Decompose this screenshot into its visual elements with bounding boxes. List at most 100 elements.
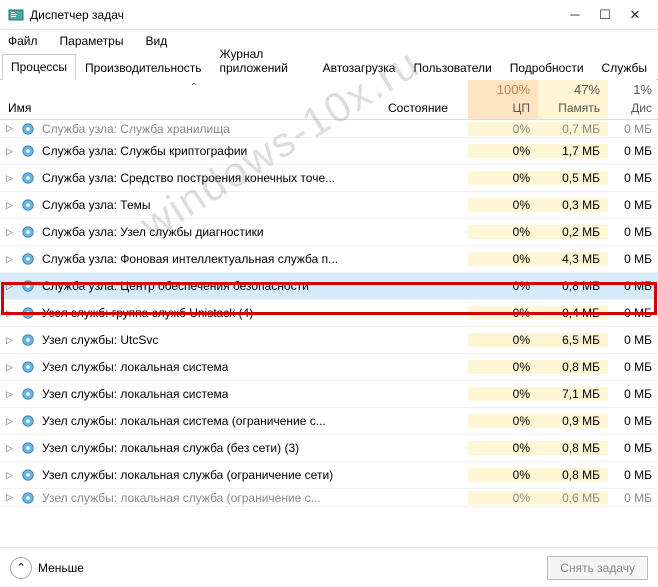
- process-disk: 0 МБ: [608, 144, 658, 158]
- column-state[interactable]: Состояние: [388, 80, 468, 119]
- menu-view[interactable]: Вид: [141, 33, 171, 49]
- menu-options[interactable]: Параметры: [56, 33, 128, 49]
- titlebar: Диспетчер задач ─ ☐ ✕: [0, 0, 658, 30]
- process-name: Служба узла: Темы: [42, 198, 151, 212]
- expand-icon[interactable]: ▷: [6, 470, 18, 481]
- process-name: Узел службы: локальная служба (без сети)…: [42, 441, 299, 455]
- process-disk: 0 МБ: [608, 122, 658, 136]
- expand-icon[interactable]: ▷: [6, 123, 18, 134]
- disk-label: Дис: [608, 101, 652, 115]
- process-disk: 0 МБ: [608, 252, 658, 266]
- process-name: Служба узла: Службы криптографии: [42, 144, 247, 158]
- expand-icon[interactable]: ▷: [6, 146, 18, 157]
- process-row[interactable]: ▷ Узел службы: локальная служба (ограниче…: [0, 489, 658, 507]
- process-row[interactable]: ▷Узел службы: локальная система0%0,8 МБ0…: [0, 354, 658, 381]
- process-memory: 0,8 МБ: [538, 279, 608, 293]
- process-row[interactable]: ▷ Узел службы: локальная служба (без сети…: [0, 435, 658, 462]
- column-name-label: Имя: [8, 101, 380, 115]
- process-memory: 4,3 МБ: [538, 252, 608, 266]
- menu-file[interactable]: Файл: [4, 33, 42, 49]
- expand-icon[interactable]: ▷: [6, 335, 18, 346]
- process-row[interactable]: ▷ Узел службы: локальная система (огранич…: [0, 408, 658, 435]
- process-memory: 0,5 МБ: [538, 171, 608, 185]
- app-icon: [8, 7, 24, 23]
- process-memory: 0,8 МБ: [538, 468, 608, 482]
- gear-icon: [20, 121, 36, 137]
- process-row[interactable]: ▷ Узел служб: группа служб Unistack (4) 0%…: [0, 300, 658, 327]
- end-task-button[interactable]: Снять задачу: [547, 556, 648, 580]
- process-row[interactable]: ▷Служба узла: Фоновая интеллектуальная с…: [0, 246, 658, 273]
- column-cpu[interactable]: 100% ЦП: [468, 80, 538, 119]
- process-memory: 6,5 МБ: [538, 333, 608, 347]
- column-disk[interactable]: 1% Дис: [608, 80, 658, 119]
- process-row[interactable]: ▷Узел службы: локальная система0%7,1 МБ0…: [0, 381, 658, 408]
- expand-icon[interactable]: ▷: [6, 492, 18, 503]
- cpu-percent: 100%: [468, 82, 530, 97]
- process-cpu: 0%: [468, 414, 538, 428]
- process-disk: 0 МБ: [608, 171, 658, 185]
- process-row[interactable]: ▷Служба узла: Службы криптографии0%1,7 М…: [0, 138, 658, 165]
- process-row[interactable]: ▷ Служба узла: Средство построения конечн…: [0, 165, 658, 192]
- process-row[interactable]: ▷Служба узла: Узел службы диагностики0%0…: [0, 219, 658, 246]
- gear-icon: [20, 251, 36, 267]
- process-name: Служба узла: Узел службы диагностики: [42, 225, 264, 239]
- process-name: Служба узла: Средство построения конечны…: [42, 171, 335, 185]
- expand-icon[interactable]: ▷: [6, 200, 18, 211]
- process-cpu: 0%: [468, 252, 538, 266]
- expand-icon[interactable]: ▷: [6, 254, 18, 265]
- tab-details[interactable]: Подробности: [501, 55, 593, 80]
- process-row[interactable]: ▷Служба узла: Служба хранилища0%0,7 МБ0 …: [0, 120, 658, 138]
- process-disk: 0 МБ: [608, 491, 658, 505]
- memory-label: Память: [538, 101, 600, 115]
- process-disk: 0 МБ: [608, 387, 658, 401]
- expand-icon[interactable]: ▷: [6, 389, 18, 400]
- tab-app-history[interactable]: Журнал приложений: [211, 41, 314, 80]
- close-button[interactable]: ✕: [620, 0, 650, 30]
- tab-users[interactable]: Пользователи: [404, 55, 500, 80]
- gear-icon: [20, 170, 36, 186]
- gear-icon: [20, 490, 36, 506]
- tab-performance[interactable]: Производительность: [76, 55, 210, 80]
- gear-icon: [20, 386, 36, 402]
- maximize-button[interactable]: ☐: [590, 0, 620, 30]
- memory-percent: 47%: [538, 82, 600, 97]
- process-name: Узел службы: локальная служба (ограничен…: [42, 468, 333, 482]
- process-row[interactable]: ▷ Узел службы: локальная служба (ограниче…: [0, 462, 658, 489]
- column-memory[interactable]: 47% Память: [538, 80, 608, 119]
- process-row[interactable]: ▷Служба узла: Центр обеспечения безопасн…: [0, 273, 658, 300]
- window-title: Диспетчер задач: [30, 8, 560, 22]
- process-name: Узел служб: группа служб Unistack (4): [42, 306, 253, 320]
- column-state-label: Состояние: [388, 101, 448, 115]
- process-cpu: 0%: [468, 306, 538, 320]
- process-disk: 0 МБ: [608, 468, 658, 482]
- process-memory: 0,6 МБ: [538, 491, 608, 505]
- gear-icon: [20, 359, 36, 375]
- process-name: Узел службы: локальная система: [42, 360, 228, 374]
- tab-services[interactable]: Службы: [593, 55, 656, 80]
- gear-icon: [20, 440, 36, 456]
- minimize-button[interactable]: ─: [560, 0, 590, 30]
- process-memory: 0,9 МБ: [538, 414, 608, 428]
- process-cpu: 0%: [468, 360, 538, 374]
- process-name: Узел службы: локальная служба (ограничен…: [42, 491, 321, 505]
- expand-icon[interactable]: ▷: [6, 281, 18, 292]
- process-name: Служба узла: Служба хранилища: [42, 122, 230, 136]
- expand-icon[interactable]: ▷: [6, 308, 18, 319]
- tab-startup[interactable]: Автозагрузка: [314, 55, 405, 80]
- process-cpu: 0%: [468, 171, 538, 185]
- tab-processes[interactable]: Процессы: [2, 54, 76, 80]
- expand-icon[interactable]: ▷: [6, 362, 18, 373]
- gear-icon: [20, 278, 36, 294]
- process-name: Узел службы: локальная система (ограниче…: [42, 414, 326, 428]
- expand-icon[interactable]: ▷: [6, 173, 18, 184]
- fewer-details-button[interactable]: ⌃ Меньше: [10, 557, 84, 579]
- sort-indicator-icon: ⌃: [190, 82, 198, 93]
- expand-icon[interactable]: ▷: [6, 443, 18, 454]
- process-row[interactable]: ▷Служба узла: Темы0%0,3 МБ0 МБ: [0, 192, 658, 219]
- expand-icon[interactable]: ▷: [6, 416, 18, 427]
- process-disk: 0 МБ: [608, 225, 658, 239]
- expand-icon[interactable]: ▷: [6, 227, 18, 238]
- gear-icon: [20, 332, 36, 348]
- process-row[interactable]: ▷Узел службы: UtcSvc0%6,5 МБ0 МБ: [0, 327, 658, 354]
- column-name[interactable]: ⌃ Имя: [0, 80, 388, 119]
